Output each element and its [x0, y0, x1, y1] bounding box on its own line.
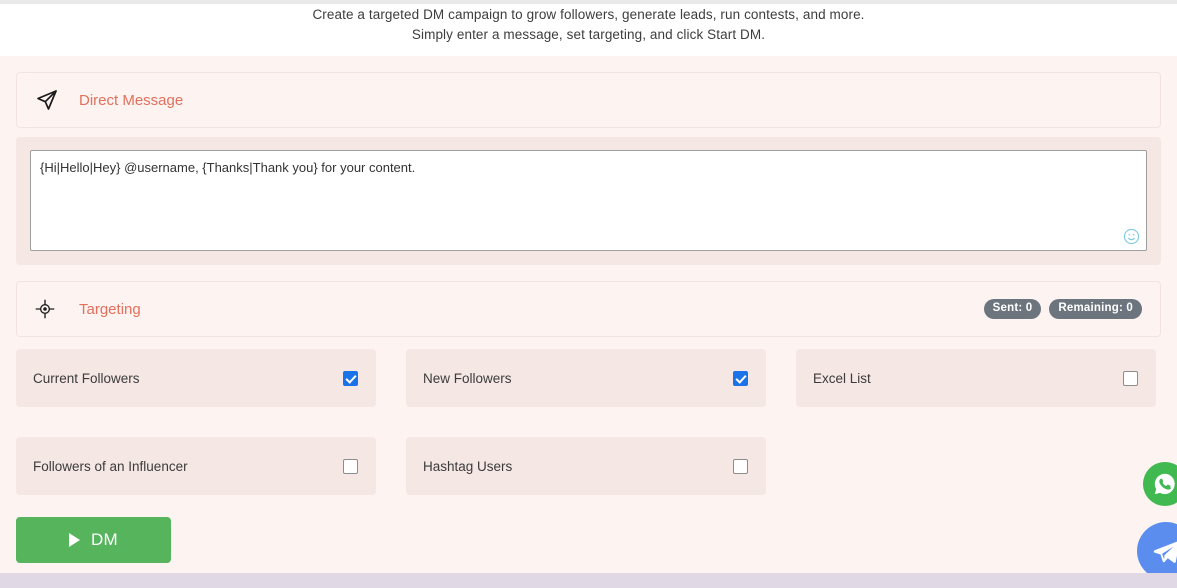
remaining-badge: Remaining: 0	[1049, 299, 1142, 319]
sent-badge: Sent: 0	[983, 299, 1042, 319]
option-label: Followers of an Influencer	[33, 458, 188, 474]
smiley-face-icon[interactable]	[1123, 228, 1140, 245]
option-new-followers[interactable]: New Followers	[406, 349, 766, 407]
option-label: Excel List	[813, 370, 871, 386]
targeting-header: Targeting Sent: 0 Remaining: 0	[16, 281, 1161, 337]
message-input[interactable]	[30, 150, 1147, 251]
option-checkbox-excel-list[interactable]	[1123, 370, 1138, 386]
direct-message-header: Direct Message	[16, 72, 1161, 128]
paper-plane-icon	[35, 88, 65, 112]
option-current-followers[interactable]: Current Followers	[16, 349, 376, 407]
targeting-options-grid: Current Followers New Followers Excel Li…	[16, 349, 1161, 495]
message-panel	[16, 137, 1161, 265]
option-checkbox-new-followers[interactable]	[733, 370, 748, 386]
telegram-icon	[1153, 541, 1177, 563]
dm-campaign-page: Direct Message {Hi|Hello|Hey} @username,…	[0, 56, 1177, 573]
option-followers-of-influencer[interactable]: Followers of an Influencer	[16, 437, 376, 495]
bottom-status-bar	[0, 573, 1177, 588]
targeting-title: Targeting	[79, 300, 141, 318]
option-label: New Followers	[423, 370, 512, 386]
play-icon	[68, 533, 80, 547]
option-checkbox-current-followers[interactable]	[343, 370, 358, 386]
crosshair-icon	[35, 299, 65, 319]
option-label: Hashtag Users	[423, 458, 513, 474]
targeting-badges: Sent: 0 Remaining: 0	[983, 299, 1142, 319]
option-label: Current Followers	[33, 370, 140, 386]
option-hashtag-users[interactable]: Hashtag Users	[406, 437, 766, 495]
option-checkbox-hashtag-users[interactable]	[733, 458, 748, 474]
direct-message-title: Direct Message	[79, 91, 184, 109]
intro-description: Create a targeted DM campaign to grow fo…	[0, 4, 1177, 56]
start-dm-label: DM	[90, 530, 119, 549]
option-excel-list[interactable]: Excel List	[796, 349, 1156, 407]
intro-line-1: Create a targeted DM campaign to grow fo…	[312, 7, 865, 22]
textarea-wrap	[30, 150, 1147, 251]
whatsapp-icon	[1154, 473, 1175, 495]
intro-line-2: Simply enter a message, set targeting, a…	[411, 27, 766, 42]
option-checkbox-followers-of-influencer[interactable]	[343, 458, 358, 474]
start-dm-button[interactable]: DM	[16, 517, 171, 563]
